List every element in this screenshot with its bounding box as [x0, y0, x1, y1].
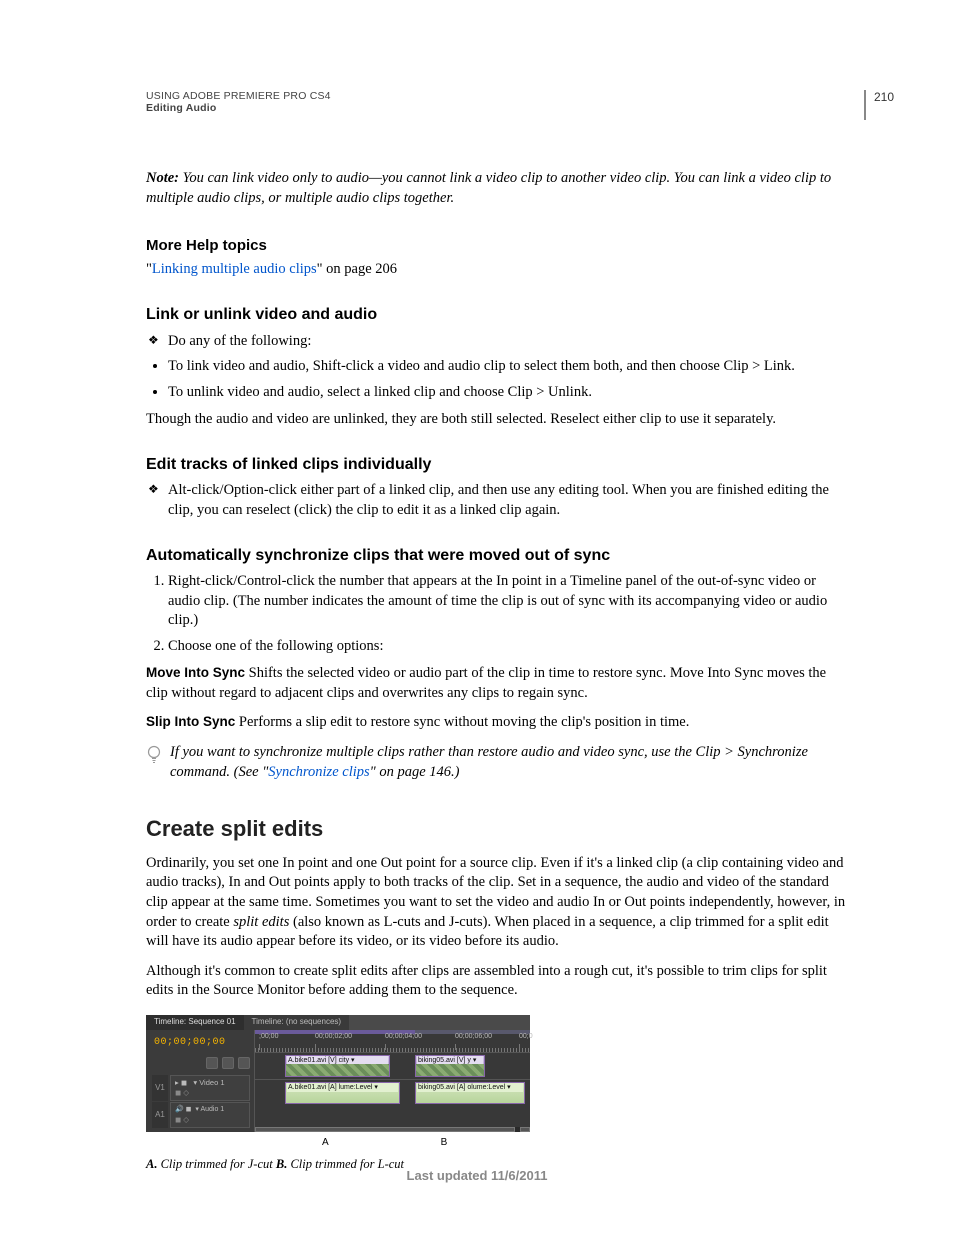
doc-title: USING ADOBE PREMIERE PRO CS4: [146, 90, 331, 102]
timeline-left-pane: 00;00;00;00 V1 ▸ ◼ ▾ Video 1 ◼ ◇: [146, 1030, 254, 1133]
ruler-tick: 00;0: [519, 1033, 533, 1040]
page-number: 210: [864, 90, 894, 120]
clip-label: A.bike01.avi [A] lume:Level ▾: [287, 1083, 398, 1092]
note-text: You can link video only to audio—you can…: [146, 170, 831, 206]
do-any-text: Do any of the following:: [168, 333, 311, 349]
li-text: To unlink video and audio, select a link…: [168, 384, 592, 400]
list-item: To unlink video and audio, select a link…: [168, 383, 846, 403]
scrollbar-thumb[interactable]: [255, 1127, 515, 1132]
auto-sync-steps: Right-click/Control-click the number tha…: [146, 572, 846, 656]
marker-icon[interactable]: [222, 1057, 234, 1069]
timeline-panel: Timeline: Sequence 01 Timeline: (no sequ…: [146, 1015, 530, 1132]
timeline-tracks-area[interactable]: ;00;00 00;00;02;00 00;00;04;00 00;00;06;…: [254, 1030, 530, 1133]
note-paragraph: Note: You can link video only to audio—y…: [146, 169, 846, 208]
clip-b-audio[interactable]: biking05.avi [A] olume:Level ▾: [415, 1082, 525, 1104]
split-edits-p1: Ordinarily, you set one In point and one…: [146, 854, 846, 952]
track-label-a1[interactable]: A1: [152, 1102, 168, 1128]
time-ruler[interactable]: ;00;00 00;00;02;00 00;00;04;00 00;00;06;…: [255, 1032, 530, 1052]
clip-a-audio[interactable]: A.bike01.avi [A] lume:Level ▾: [285, 1082, 400, 1104]
li-text: Right-click/Control-click the number tha…: [168, 573, 827, 628]
move-into-sync-text: Shifts the selected video or audio part …: [146, 665, 826, 701]
link-synchronize-clips[interactable]: Synchronize clips: [268, 764, 369, 780]
audio-lane[interactable]: A.bike01.avi [A] lume:Level ▾ biking05.a…: [255, 1079, 530, 1106]
link-unlink-list: To link video and audio, Shift-click a v…: [146, 357, 846, 402]
tip-pre: If you want to synchronize multiple clip…: [170, 744, 808, 780]
note-label: Note:: [146, 170, 179, 186]
clip-label: biking05.avi [A] olume:Level ▾: [417, 1083, 523, 1092]
heading-create-split-edits: Create split edits: [146, 814, 846, 844]
snap-icon[interactable]: [206, 1057, 218, 1069]
track-ctrl-audio-1[interactable]: 🔊 ◼ ▾ Audio 1 ◼ ◇: [170, 1102, 250, 1128]
timecode-display[interactable]: 00;00;00;00: [152, 1034, 250, 1058]
settings-icon[interactable]: [238, 1057, 250, 1069]
timeline-body: 00;00;00;00 V1 ▸ ◼ ▾ Video 1 ◼ ◇: [146, 1030, 530, 1133]
footer-updated: Last updated 11/6/2011: [0, 1168, 954, 1183]
p1-emph: split edits: [233, 914, 289, 930]
heading-edit-tracks: Edit tracks of linked clips individually: [146, 454, 846, 476]
edit-tracks-text: Alt-click/Option-click either part of a …: [168, 482, 829, 518]
video-lane[interactable]: A.bike01.avi [V] city ▾ biking05.avi [V]…: [255, 1052, 530, 1079]
legend-b: B: [441, 1136, 448, 1150]
clip-a-video[interactable]: A.bike01.avi [V] city ▾: [285, 1055, 390, 1077]
timeline-tabs: Timeline: Sequence 01 Timeline: (no sequ…: [146, 1015, 530, 1030]
legend-a: A: [322, 1136, 329, 1150]
tip-text: If you want to synchronize multiple clip…: [170, 743, 846, 782]
link-unlink-after: Though the audio and video are unlinked,…: [146, 410, 846, 430]
scrollbar-end[interactable]: [520, 1127, 530, 1132]
split-edits-p2: Although it's common to create split edi…: [146, 962, 846, 1001]
clip-b-video[interactable]: biking05.avi [V] y ▾: [415, 1055, 485, 1077]
link-linking-multiple-audio-clips[interactable]: Linking multiple audio clips: [152, 261, 317, 277]
track-name-video: Video 1: [199, 1078, 224, 1087]
track-ctrl-video-1[interactable]: ▸ ◼ ▾ Video 1 ◼ ◇: [170, 1075, 250, 1101]
heading-auto-sync: Automatically synchronize clips that wer…: [146, 545, 846, 567]
tip-post: " on page 146.): [370, 764, 460, 780]
ruler-tick: 00;00;02;00: [315, 1033, 352, 1040]
slip-into-sync: Slip Into Sync Performs a slip edit to r…: [146, 713, 846, 733]
heading-link-unlink: Link or unlink video and audio: [146, 304, 846, 326]
left-toolbar: [152, 1057, 250, 1075]
page-number-text: 210: [874, 90, 894, 104]
list-item: Choose one of the following options:: [168, 637, 846, 657]
track-header-audio: A1 🔊 ◼ ▾ Audio 1 ◼ ◇: [152, 1102, 250, 1128]
do-any-following: Do any of the following:: [146, 332, 846, 352]
list-item: To link video and audio, Shift-click a v…: [168, 357, 846, 377]
more-help-suffix: " on page 206: [317, 261, 397, 277]
more-help-line: "Linking multiple audio clips" on page 2…: [146, 260, 846, 280]
edit-tracks-item: Alt-click/Option-click either part of a …: [146, 481, 846, 520]
more-help-heading: More Help topics: [146, 236, 846, 256]
figure-legend: A B: [146, 1132, 530, 1150]
ruler-tick: 00;00;06;00: [455, 1033, 492, 1040]
body: Note: You can link video only to audio—y…: [146, 169, 846, 1172]
tab-sequence-01[interactable]: Timeline: Sequence 01: [146, 1015, 244, 1030]
lightbulb-icon: [146, 745, 162, 765]
track-name-audio: Audio 1: [200, 1106, 224, 1113]
figure-timeline: Timeline: Sequence 01 Timeline: (no sequ…: [146, 1015, 530, 1150]
list-item: Right-click/Control-click the number tha…: [168, 572, 846, 631]
move-into-sync: Move Into Sync Shifts the selected video…: [146, 664, 846, 703]
move-into-sync-label: Move Into Sync: [146, 665, 245, 680]
ruler-tick: 00;00;04;00: [385, 1033, 422, 1040]
li-text: Choose one of the following options:: [168, 638, 383, 654]
ruler-tick: ;00;00: [259, 1033, 278, 1040]
li-text: To link video and audio, Shift-click a v…: [168, 358, 795, 374]
horizontal-scrollbar[interactable]: [255, 1127, 530, 1132]
slip-into-sync-label: Slip Into Sync: [146, 714, 235, 729]
page: 210 USING ADOBE PREMIERE PRO CS4 Editing…: [0, 0, 954, 1235]
chapter-title: Editing Audio: [146, 102, 216, 114]
track-label-v1[interactable]: V1: [152, 1075, 168, 1101]
tab-no-sequences[interactable]: Timeline: (no sequences): [244, 1015, 350, 1030]
tip-block: If you want to synchronize multiple clip…: [146, 743, 846, 782]
running-header: USING ADOBE PREMIERE PRO CS4 Editing Aud…: [146, 90, 846, 114]
slip-into-sync-text: Performs a slip edit to restore sync wit…: [235, 714, 689, 730]
track-header-video: V1 ▸ ◼ ▾ Video 1 ◼ ◇: [152, 1075, 250, 1101]
